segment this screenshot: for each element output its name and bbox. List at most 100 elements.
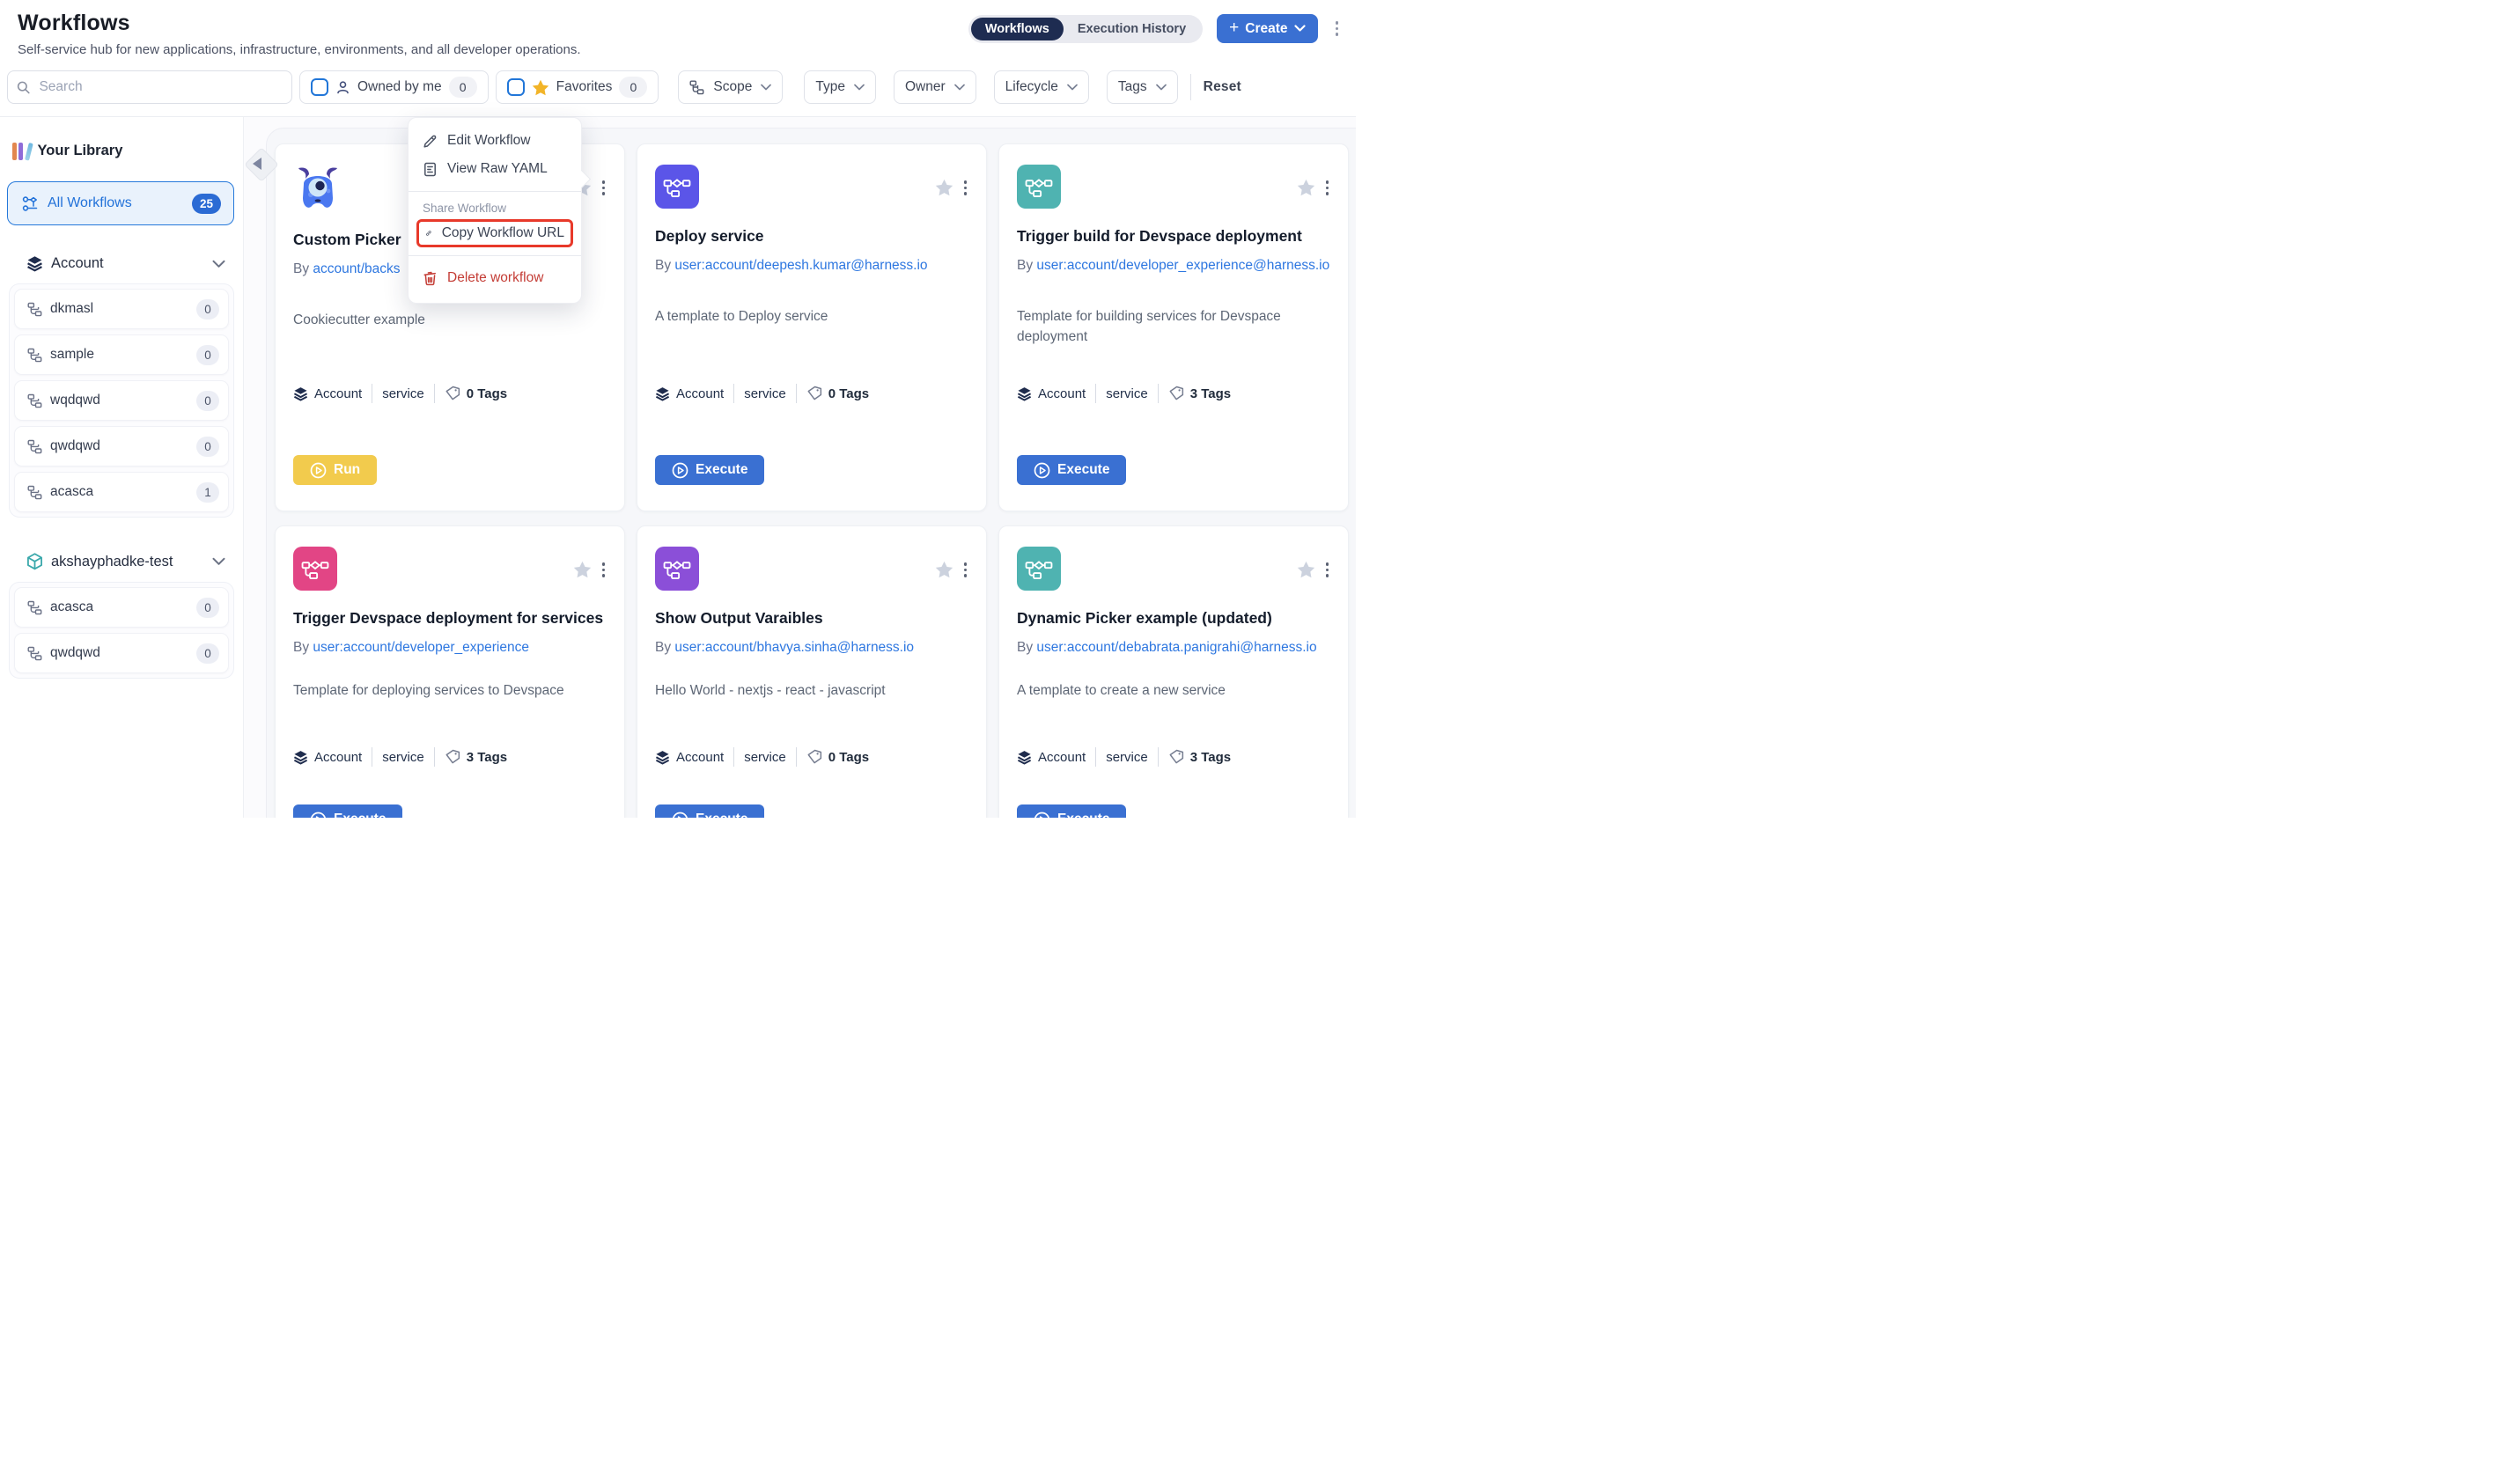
- card-type: service: [744, 750, 786, 765]
- sidebar-item-all-workflows[interactable]: All Workflows 25: [7, 181, 234, 225]
- favorite-star-icon[interactable]: [1297, 179, 1315, 196]
- sidebar-item-qwdqwd[interactable]: qwdqwd 0: [14, 426, 229, 467]
- org-chart-icon: [27, 600, 42, 615]
- workflow-tile-icon: [655, 547, 699, 591]
- sidebar-section-account[interactable]: Account: [0, 255, 243, 272]
- header-kebab-menu-icon[interactable]: [1332, 18, 1343, 40]
- workflow-card-deploy-service: Deploy service By user:account/deepesh.k…: [637, 143, 987, 511]
- execute-button[interactable]: Execute: [655, 804, 764, 818]
- owner-link[interactable]: user:account/developer_experience: [313, 640, 529, 655]
- execute-button[interactable]: Execute: [655, 455, 764, 485]
- sidebar-item-dkmasl[interactable]: dkmasl 0: [14, 289, 229, 329]
- workflow-card-dynamic-picker: Dynamic Picker example (updated) By user…: [998, 525, 1349, 818]
- item-count-badge: 1: [196, 482, 219, 503]
- card-byline: By user:account/developer_experience: [293, 638, 607, 675]
- menu-item-delete-workflow[interactable]: Delete workflow: [409, 264, 581, 292]
- item-count-badge: 0: [196, 345, 219, 365]
- card-kebab-menu-icon[interactable]: [1322, 559, 1333, 581]
- menu-item-view-raw-yaml[interactable]: View Raw YAML: [409, 155, 581, 183]
- favorite-star-icon[interactable]: [935, 561, 953, 578]
- owned-by-me-count: 0: [449, 77, 477, 98]
- sidebar-section-akshayphadke-test[interactable]: akshayphadke-test: [0, 553, 243, 570]
- item-count-badge: 0: [196, 437, 219, 457]
- chevron-down-icon: [1156, 84, 1167, 91]
- org-chart-icon: [27, 348, 42, 363]
- card-type: service: [1106, 386, 1148, 401]
- tags-dropdown[interactable]: Tags: [1107, 70, 1178, 104]
- card-title: Dynamic Picker example (updated): [1017, 609, 1330, 628]
- menu-item-copy-workflow-url[interactable]: Copy Workflow URL: [416, 219, 573, 247]
- owner-link[interactable]: user:account/deepesh.kumar@harness.io: [674, 258, 927, 273]
- sidebar-item-all-workflows-label: All Workflows: [48, 195, 183, 211]
- lifecycle-dropdown-label: Lifecycle: [1005, 79, 1058, 95]
- tag-icon: [445, 749, 460, 765]
- search-box[interactable]: [7, 70, 292, 104]
- sidebar-item-label: wqdqwd: [50, 393, 188, 408]
- sidebar-item-acasca-2[interactable]: acasca 0: [14, 587, 229, 628]
- owned-by-me-filter[interactable]: Owned by me 0: [299, 70, 489, 104]
- layers-icon: [655, 750, 670, 765]
- sidebar-item-label: acasca: [50, 599, 188, 615]
- owner-link[interactable]: account/backs: [313, 261, 400, 276]
- execute-button[interactable]: Execute: [1017, 455, 1126, 485]
- sidebar-item-acasca[interactable]: acasca 1: [14, 472, 229, 512]
- tag-icon: [1168, 749, 1184, 765]
- org-chart-icon: [27, 439, 42, 454]
- owner-link[interactable]: user:account/debabrata.panigrahi@harness…: [1036, 640, 1316, 655]
- card-description: Template for building services for Devsp…: [1017, 306, 1330, 348]
- lifecycle-dropdown[interactable]: Lifecycle: [994, 70, 1089, 104]
- sidebar-item-sample[interactable]: sample 0: [14, 334, 229, 375]
- tab-execution-history[interactable]: Execution History: [1064, 18, 1200, 40]
- reset-filters-link[interactable]: Reset: [1204, 79, 1241, 95]
- owner-dropdown-label: Owner: [905, 79, 946, 95]
- menu-item-edit-workflow[interactable]: Edit Workflow: [409, 127, 581, 155]
- favorite-star-icon[interactable]: [1297, 561, 1315, 578]
- play-icon: [672, 462, 688, 479]
- card-kebab-menu-icon[interactable]: [1322, 177, 1333, 199]
- card-scope: Account: [676, 750, 724, 765]
- all-workflows-count-badge: 25: [192, 194, 221, 214]
- favorites-checkbox[interactable]: [507, 78, 525, 96]
- card-tags-count: 3 Tags: [1190, 750, 1231, 765]
- sidebar-item-wqdqwd[interactable]: wqdqwd 0: [14, 380, 229, 421]
- execute-button[interactable]: Execute: [293, 804, 402, 818]
- org-chart-icon: [27, 485, 42, 500]
- search-input[interactable]: [37, 78, 283, 96]
- card-kebab-menu-icon[interactable]: [599, 559, 609, 581]
- workflow-card-show-output: Show Output Varaibles By user:account/bh…: [637, 525, 987, 818]
- play-icon: [672, 812, 688, 819]
- header-titles: Workflows Self-service hub for new appli…: [18, 11, 581, 57]
- execute-button[interactable]: Execute: [1017, 804, 1126, 818]
- card-tags-count: 3 Tags: [467, 750, 507, 765]
- favorite-star-icon[interactable]: [573, 561, 592, 578]
- card-byline: By user:account/deepesh.kumar@harness.io: [655, 256, 968, 300]
- favorites-label: Favorites: [556, 79, 613, 95]
- account-items-group: dkmasl 0 sample 0 wqdqwd 0 qwdqwd 0 acas…: [9, 283, 234, 518]
- tab-workflows[interactable]: Workflows: [971, 18, 1064, 40]
- menu-divider: [409, 255, 581, 256]
- owner-link[interactable]: user:account/developer_experience@harnes…: [1036, 258, 1329, 273]
- page-header: Workflows Self-service hub for new appli…: [0, 0, 1356, 63]
- card-scope: Account: [314, 750, 362, 765]
- create-button[interactable]: + Create: [1217, 14, 1317, 43]
- card-tags-count: 0 Tags: [828, 386, 869, 401]
- page-title: Workflows: [18, 11, 581, 36]
- section-account-label: Account: [51, 255, 204, 272]
- favorite-star-icon[interactable]: [935, 179, 953, 196]
- chevron-down-icon: [212, 557, 225, 566]
- run-button[interactable]: Run: [293, 455, 377, 485]
- owner-link[interactable]: user:account/bhavya.sinha@harness.io: [674, 640, 914, 655]
- sidebar-item-qwdqwd-2[interactable]: qwdqwd 0: [14, 633, 229, 673]
- card-kebab-menu-icon[interactable]: [599, 177, 609, 199]
- favorites-filter[interactable]: Favorites 0: [496, 70, 659, 104]
- type-dropdown[interactable]: Type: [804, 70, 876, 104]
- owned-by-me-checkbox[interactable]: [311, 78, 328, 96]
- cards-row-2: Trigger Devspace deployment for services…: [275, 525, 1356, 818]
- card-meta: Account service 3 Tags: [1017, 384, 1332, 403]
- card-byline: By user:account/developer_experience@har…: [1017, 256, 1330, 300]
- card-kebab-menu-icon[interactable]: [961, 559, 971, 581]
- owner-dropdown[interactable]: Owner: [894, 70, 976, 104]
- item-count-badge: 0: [196, 299, 219, 320]
- scope-dropdown[interactable]: Scope: [678, 70, 783, 104]
- card-kebab-menu-icon[interactable]: [961, 177, 971, 199]
